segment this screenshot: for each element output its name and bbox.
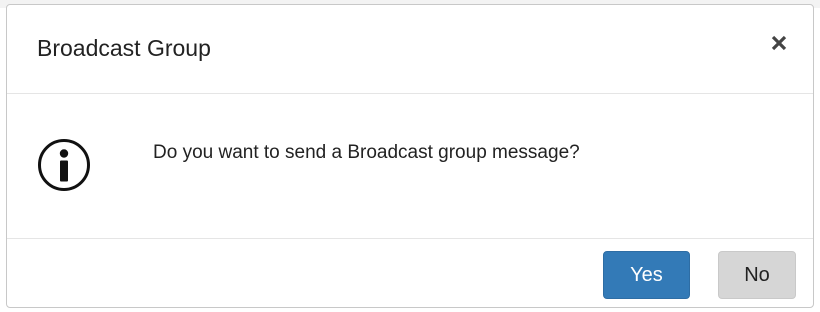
yes-button[interactable]: Yes bbox=[603, 251, 690, 299]
no-button[interactable]: No bbox=[718, 251, 796, 299]
dialog-message: Do you want to send a Broadcast group me… bbox=[153, 142, 580, 163]
dialog-header: Broadcast Group bbox=[7, 5, 813, 94]
info-icon bbox=[37, 138, 91, 192]
dialog-body: Do you want to send a Broadcast group me… bbox=[7, 94, 813, 239]
close-button[interactable] bbox=[763, 29, 795, 61]
modal-backdrop: Broadcast Group Do you want to send a Br… bbox=[0, 0, 820, 312]
close-icon bbox=[771, 35, 787, 56]
dialog-footer: Yes No bbox=[7, 239, 813, 307]
broadcast-group-dialog: Broadcast Group Do you want to send a Br… bbox=[6, 4, 814, 308]
dialog-title: Broadcast Group bbox=[37, 35, 211, 61]
